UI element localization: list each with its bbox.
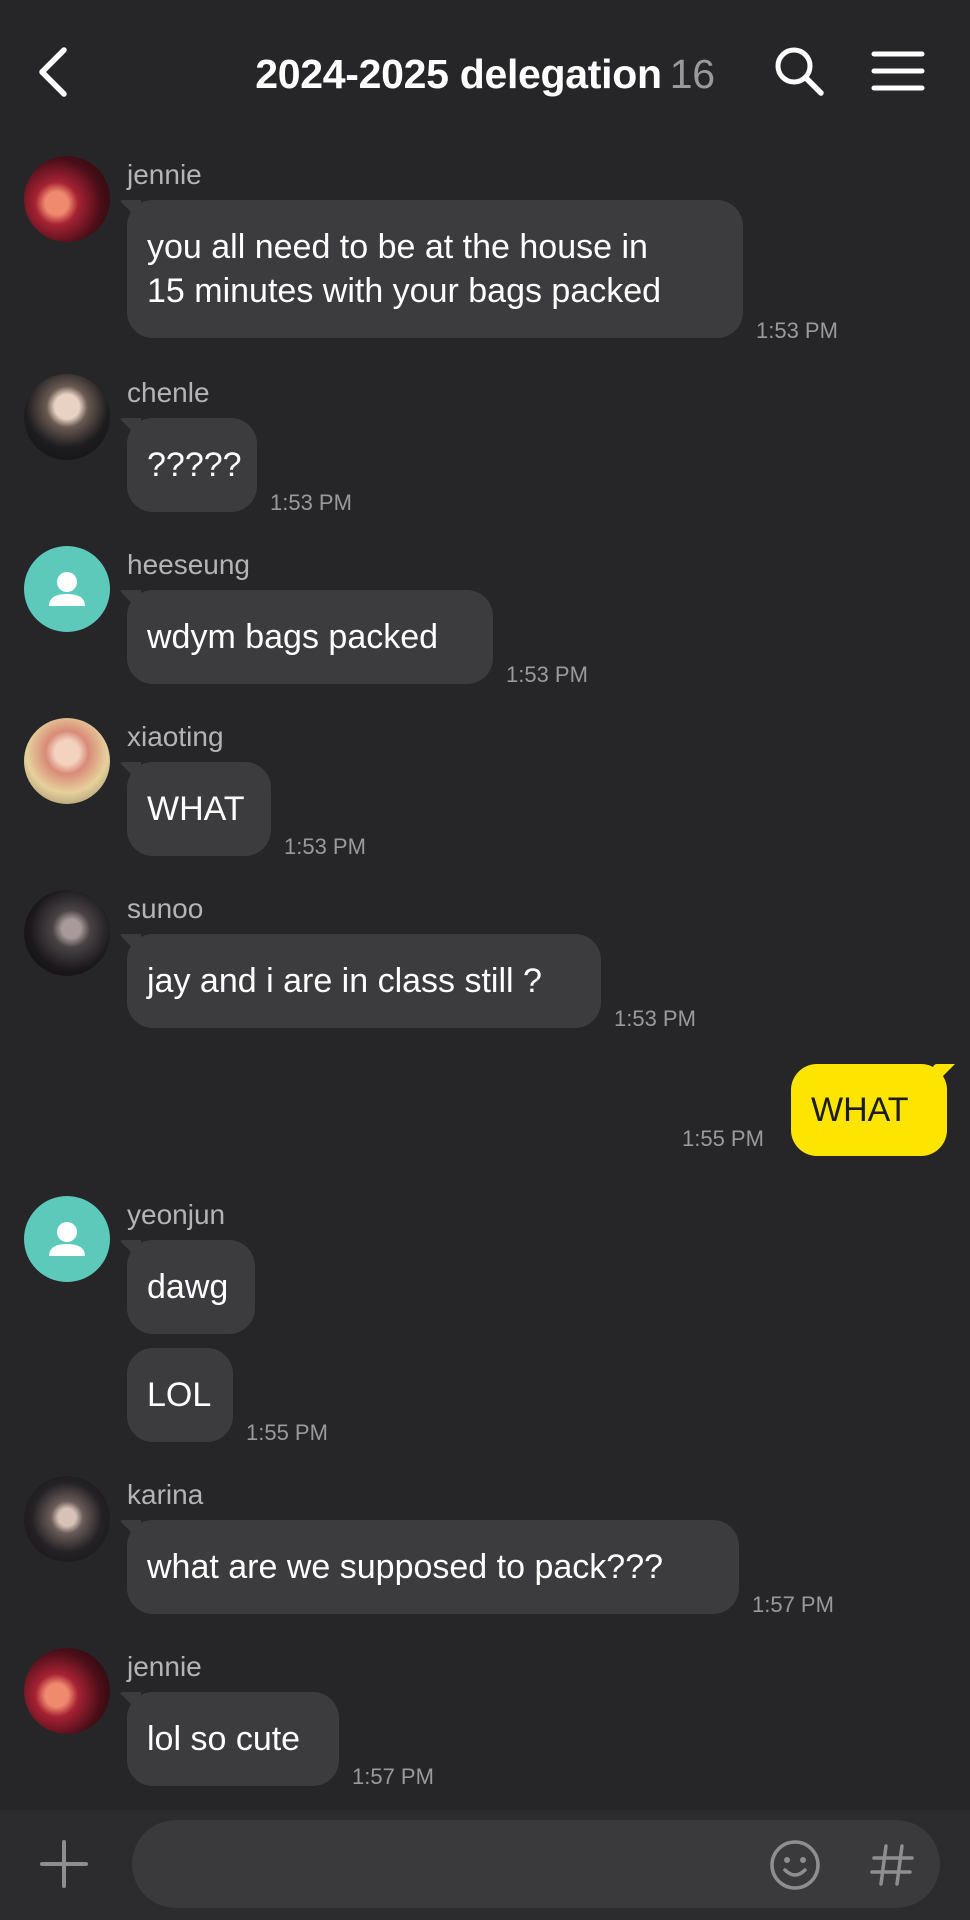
- avatar-jennie[interactable]: [24, 1648, 110, 1734]
- message-bubble[interactable]: dawg: [127, 1240, 255, 1334]
- avatar-yeonjun[interactable]: [24, 1196, 110, 1282]
- sender-name: sunoo: [127, 893, 204, 924]
- message-list[interactable]: jennie you all need to be at the house i…: [0, 0, 970, 1810]
- message-bubble[interactable]: wdym bags packed: [127, 590, 493, 684]
- avatar-chenle[interactable]: [24, 374, 110, 460]
- sender-name: jennie: [127, 1651, 202, 1682]
- message-time: 1:53 PM: [506, 662, 588, 687]
- default-person-icon: [49, 1222, 85, 1256]
- avatar-sunoo[interactable]: [24, 890, 110, 976]
- message-text-line: 15 minutes with your bags packed: [147, 272, 662, 310]
- message-text-line: you all need to be at the house in: [147, 228, 648, 266]
- sender-name: xiaoting: [127, 721, 224, 752]
- message-bubble[interactable]: ?????: [127, 418, 257, 512]
- attach-button[interactable]: [36, 1836, 92, 1892]
- message-time: 1:53 PM: [614, 1006, 696, 1031]
- outgoing-message-bubble[interactable]: WHAT: [791, 1064, 947, 1156]
- sender-name: jennie: [127, 159, 202, 190]
- sender-name: karina: [127, 1479, 204, 1510]
- hash-icon: [870, 1844, 914, 1886]
- message-time: 1:55 PM: [682, 1126, 764, 1151]
- plus-icon: [40, 1840, 88, 1888]
- message-time: 1:53 PM: [284, 834, 366, 859]
- message-bubble[interactable]: you all need to be at the house in 15 mi…: [127, 200, 743, 338]
- message-text-line: ?????: [147, 446, 242, 484]
- message-text-line: jay and i are in class still ?: [147, 962, 542, 1000]
- sender-name: chenle: [127, 377, 210, 408]
- message-text-line: WHAT: [147, 790, 245, 828]
- avatar-karina[interactable]: [24, 1476, 110, 1562]
- avatar-heeseung[interactable]: [24, 546, 110, 632]
- message-bubble[interactable]: WHAT: [127, 762, 271, 856]
- avatar-xiaoting[interactable]: [24, 718, 110, 804]
- emoji-icon: [770, 1840, 820, 1890]
- default-person-icon: [49, 572, 85, 606]
- message-time: 1:53 PM: [756, 318, 838, 343]
- sender-name: yeonjun: [127, 1199, 226, 1230]
- message-text-line: wdym bags packed: [147, 618, 439, 656]
- message-time: 1:57 PM: [752, 1592, 834, 1617]
- hashtag-button[interactable]: [868, 1840, 916, 1890]
- message-time: 1:55 PM: [246, 1420, 328, 1445]
- message-text-line: WHAT: [811, 1091, 909, 1129]
- message-bubble[interactable]: jay and i are in class still ?: [127, 934, 601, 1028]
- message-input-bar: [0, 1810, 970, 1920]
- avatar-jennie[interactable]: [24, 156, 110, 242]
- message-text-line: LOL: [147, 1376, 212, 1414]
- message-time: 1:53 PM: [270, 490, 352, 515]
- message-bubble[interactable]: lol so cute: [127, 1692, 339, 1786]
- message-text-line: dawg: [147, 1268, 229, 1306]
- sender-name: heeseung: [127, 549, 251, 580]
- message-bubble[interactable]: what are we supposed to pack???: [127, 1520, 739, 1614]
- message-text-line: what are we supposed to pack???: [147, 1548, 664, 1586]
- message-bubble[interactable]: LOL: [127, 1348, 233, 1442]
- message-time: 1:57 PM: [352, 1764, 434, 1789]
- message-text-line: lol so cute: [147, 1720, 301, 1758]
- emoji-button[interactable]: [768, 1838, 822, 1892]
